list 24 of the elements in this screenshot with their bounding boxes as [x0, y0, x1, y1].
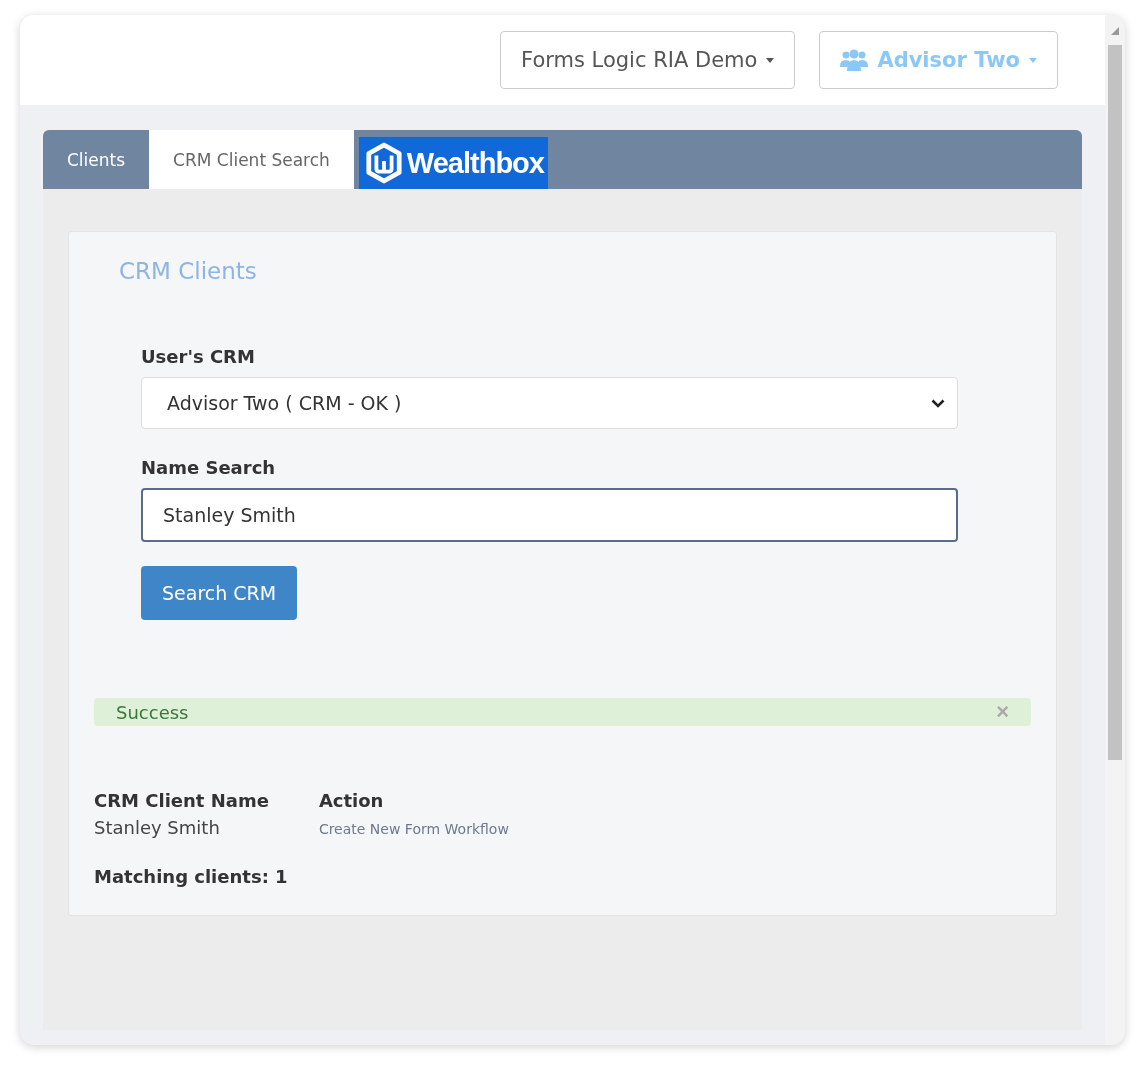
field-label: User's CRM — [141, 346, 256, 367]
scroll-up-icon — [1111, 27, 1119, 35]
client-name: Stanley Smith — [94, 817, 221, 838]
header-dropdown[interactable]: Forms Logic RIA Demo — [500, 31, 796, 89]
scrollbar-thumb[interactable] — [1108, 45, 1122, 760]
chevron-down-icon — [931, 398, 945, 408]
tab[interactable]: CRM Client Search — [149, 130, 354, 189]
field-label: Name Search — [141, 457, 277, 478]
matching-count: Matching clients: 1 — [94, 866, 289, 887]
logo-tab[interactable]: Wealthbox — [358, 137, 548, 189]
panel-title: CRM Clients — [118, 258, 258, 284]
search-button[interactable]: Search CRM — [141, 566, 298, 620]
column-header: CRM Client Name — [94, 790, 269, 811]
name-search-field[interactable]: Stanley Smith — [141, 488, 958, 542]
users-icon — [840, 49, 869, 71]
scrollbar[interactable] — [1105, 15, 1125, 1045]
caret-icon — [766, 57, 775, 63]
crm-select[interactable]: Advisor Two ( CRM - OK ) — [141, 377, 958, 429]
hexagon-w-icon — [364, 142, 403, 184]
column-header: Action — [318, 790, 385, 811]
tab[interactable]: Clients — [43, 130, 150, 189]
alert-text: Success — [116, 701, 189, 723]
workflow-link[interactable]: Create New Form Workflow — [318, 817, 509, 837]
caret-icon — [1029, 57, 1037, 63]
